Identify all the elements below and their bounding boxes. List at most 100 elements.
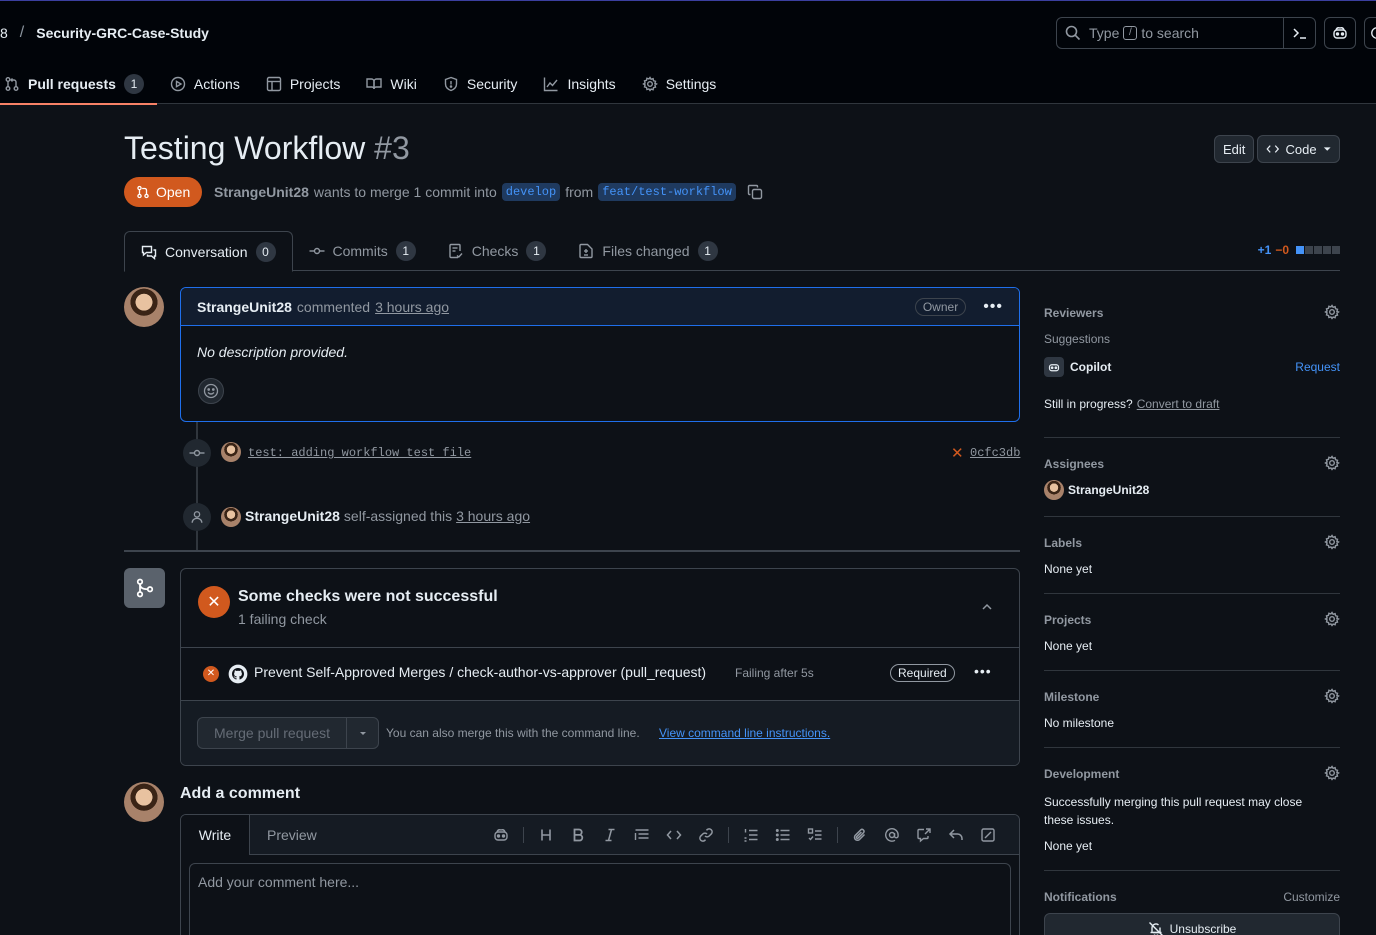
x-icon[interactable]: ✕: [951, 444, 964, 462]
avatar[interactable]: [124, 287, 164, 327]
tab-projects[interactable]: Projects: [253, 64, 354, 104]
kebab-horizontal-icon[interactable]: •••: [974, 663, 992, 679]
link-icon[interactable]: [690, 819, 722, 851]
merge-button-group: Merge pull request: [197, 717, 379, 749]
owner-link[interactable]: 8: [0, 25, 8, 41]
terminal-icon: [1292, 28, 1306, 39]
assignees-heading[interactable]: Assignees: [1044, 457, 1104, 471]
tab-label: Security: [466, 76, 518, 92]
customize-link[interactable]: Customize: [1283, 890, 1340, 904]
event-action: self-assigned this: [343, 508, 453, 524]
comment-time[interactable]: 3 hours ago: [375, 299, 449, 315]
search-input[interactable]: Type / to search: [1056, 17, 1316, 49]
tab-actions[interactable]: Actions: [157, 64, 253, 104]
tab-write[interactable]: Write: [181, 815, 250, 855]
check-name-link[interactable]: Prevent Self-Approved Merges / check-aut…: [254, 664, 706, 680]
merge-actions: Merge pull request You can also merge th…: [181, 701, 1019, 765]
tab-preview[interactable]: Preview: [250, 815, 334, 854]
development-heading[interactable]: Development: [1044, 767, 1119, 781]
commit-badge: [183, 439, 211, 467]
tab-pull-requests[interactable]: Pull requests 1: [0, 64, 157, 105]
tab-conversation[interactable]: Conversation 0: [124, 231, 293, 272]
comment-textarea[interactable]: Add your comment here...: [189, 863, 1011, 935]
gear-icon[interactable]: [1324, 455, 1340, 471]
event-time[interactable]: 3 hours ago: [456, 508, 530, 524]
add-reaction-button[interactable]: [198, 378, 224, 404]
status-label: Open: [156, 184, 191, 200]
owner-badge: Owner: [914, 297, 967, 316]
issues-button[interactable]: [1364, 17, 1376, 49]
page-title: Testing Workflow #3: [124, 130, 410, 167]
copy-icon[interactable]: [747, 184, 763, 200]
paperclip-icon[interactable]: [844, 819, 876, 851]
avatar[interactable]: [221, 442, 241, 462]
convert-to-draft-link[interactable]: Convert to draft: [1137, 397, 1220, 411]
tab-insights[interactable]: Insights: [530, 64, 628, 104]
edit-title-button[interactable]: Edit: [1214, 135, 1255, 163]
smiley-icon: [203, 383, 219, 399]
assignee[interactable]: StrangeUnit28: [1044, 480, 1149, 500]
tab-security[interactable]: Security: [430, 64, 531, 104]
check-row: ✕ Prevent Self-Approved Merges / check-a…: [181, 648, 1019, 701]
fullscreen-icon[interactable]: [972, 819, 1004, 851]
gear-icon[interactable]: [1324, 765, 1340, 781]
bold-icon[interactable]: [562, 819, 594, 851]
unordered-list-icon[interactable]: [767, 819, 799, 851]
tab-commits[interactable]: Commits 1: [293, 231, 432, 271]
tab-settings[interactable]: Settings: [629, 64, 730, 104]
timeline-divider: [124, 550, 1020, 552]
search-icon: [1065, 25, 1081, 41]
event-user[interactable]: StrangeUnit28: [245, 508, 340, 524]
development-section: Development Successfully merging this pu…: [1044, 748, 1340, 871]
pr-title: Testing Workflow: [124, 130, 366, 166]
base-branch[interactable]: develop: [501, 183, 561, 201]
pr-meta: StrangeUnit28 wants to merge 1 commit in…: [214, 183, 763, 201]
italic-icon[interactable]: [594, 819, 626, 851]
gear-icon[interactable]: [1324, 534, 1340, 550]
tab-checks[interactable]: Checks 1: [432, 231, 563, 271]
gear-icon[interactable]: [1324, 611, 1340, 627]
avatar[interactable]: [124, 782, 164, 822]
kebab-horizontal-icon[interactable]: •••: [983, 298, 1003, 316]
ordered-list-icon[interactable]: [735, 819, 767, 851]
gear-icon[interactable]: [1324, 304, 1340, 320]
cross-reference-icon[interactable]: [908, 819, 940, 851]
chevron-up-icon[interactable]: [979, 599, 995, 615]
tab-count: 1: [123, 74, 144, 94]
labels-heading[interactable]: Labels: [1044, 536, 1082, 550]
command-line-instructions-link[interactable]: View command line instructions.: [659, 726, 830, 740]
projects-heading[interactable]: Projects: [1044, 613, 1091, 627]
merge-method-dropdown[interactable]: [347, 718, 378, 748]
commit-message-link[interactable]: test: adding workflow test file: [248, 446, 471, 460]
code-icon: [1266, 145, 1280, 153]
avatar[interactable]: [221, 507, 241, 527]
unsubscribe-button[interactable]: Unsubscribe: [1044, 913, 1340, 935]
tab-count: 1: [526, 241, 547, 261]
head-branch[interactable]: feat/test-workflow: [598, 183, 736, 201]
toolbar-divider: [523, 827, 524, 843]
tab-label: Insights: [567, 76, 616, 92]
repo-link[interactable]: Security-GRC-Case-Study: [36, 25, 209, 41]
merge-pull-request-button[interactable]: Merge pull request: [198, 718, 347, 748]
tab-files-changed[interactable]: Files changed 1: [562, 231, 733, 271]
command-palette-button[interactable]: [1283, 18, 1315, 48]
heading-icon[interactable]: [530, 819, 562, 851]
git-pull-request-icon: [137, 185, 149, 199]
author-link[interactable]: StrangeUnit28: [214, 184, 309, 200]
request-review-link[interactable]: Request: [1295, 360, 1340, 374]
reply-icon[interactable]: [940, 819, 972, 851]
task-list-icon[interactable]: [799, 819, 831, 851]
gear-icon[interactable]: [1324, 688, 1340, 704]
copilot-icon[interactable]: [485, 819, 517, 851]
commit-sha-link[interactable]: 0cfc3db: [970, 446, 1020, 460]
quote-icon[interactable]: [626, 819, 658, 851]
comment-author[interactable]: StrangeUnit28: [197, 299, 292, 315]
shield-icon: [444, 76, 458, 92]
tab-wiki[interactable]: Wiki: [353, 64, 429, 104]
code-icon[interactable]: [658, 819, 690, 851]
mention-icon[interactable]: [876, 819, 908, 851]
milestone-heading[interactable]: Milestone: [1044, 690, 1099, 704]
copilot-button[interactable]: [1324, 17, 1356, 49]
reviewers-heading[interactable]: Reviewers: [1044, 306, 1103, 320]
code-button[interactable]: Code: [1257, 135, 1340, 163]
